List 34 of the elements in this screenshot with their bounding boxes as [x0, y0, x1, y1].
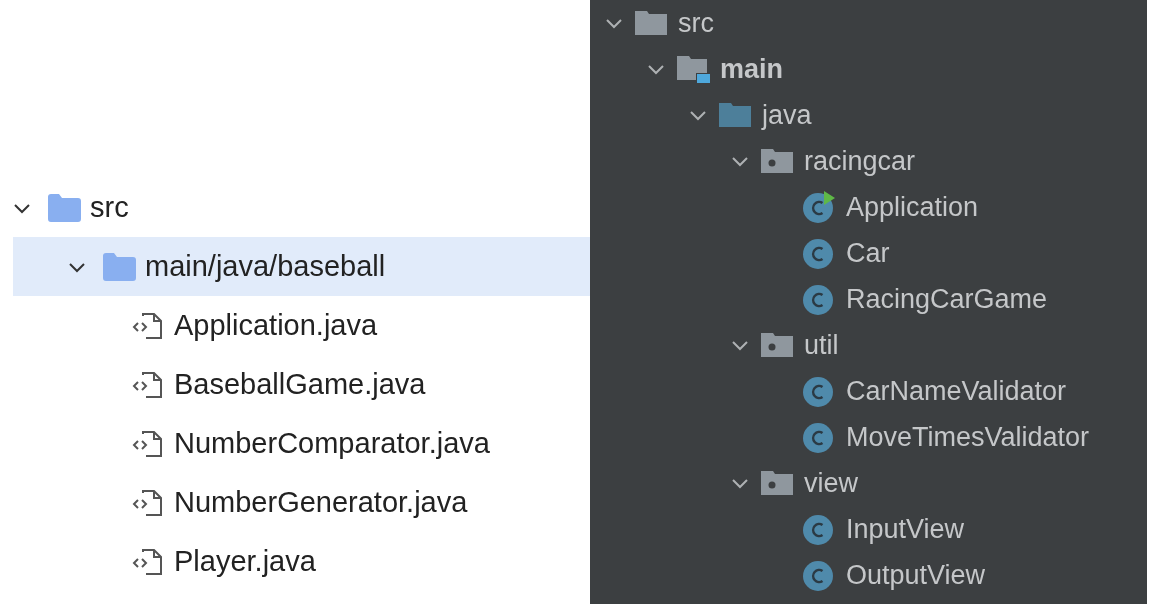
tree-item[interactable]: NumberComparator.java	[0, 414, 590, 473]
tree-item[interactable]: src	[678, 7, 714, 39]
tree-item[interactable]: OutputView	[846, 559, 986, 591]
tree-item-label: src	[90, 191, 129, 224]
package-folder-icon	[760, 332, 794, 358]
tree-item[interactable]: InputView	[846, 513, 965, 545]
folder-icon	[718, 102, 752, 128]
tree-item[interactable]: Application	[846, 191, 979, 223]
tree-item-label: Player.java	[174, 545, 316, 578]
tree-item-label: NumberComparator.java	[174, 427, 490, 460]
tree-item[interactable]: src	[0, 178, 590, 237]
tree-item[interactable]: Application.java	[0, 296, 590, 355]
tree-item[interactable]: main	[720, 53, 784, 85]
tree-item[interactable]: MoveTimesValidator	[846, 421, 1090, 453]
tree-item[interactable]: CarNameValidator	[846, 375, 1067, 407]
tree-item[interactable]: Player.java	[0, 532, 590, 591]
tree-item[interactable]: RacingCarGame	[846, 283, 1048, 315]
package-folder-icon	[760, 470, 794, 496]
tree-item[interactable]: BaseballGame.java	[0, 355, 590, 414]
package-folder-icon	[760, 148, 794, 174]
tree-item-label: BaseballGame.java	[174, 368, 426, 401]
tree-item[interactable]: NumberGenerator.java	[0, 473, 590, 532]
tree-item[interactable]: util	[804, 329, 839, 361]
tree-item[interactable]: view	[804, 467, 858, 499]
tree-item-label: NumberGenerator.java	[174, 486, 468, 519]
tree-item-label: Application.java	[174, 309, 378, 342]
tree-item[interactable]: java	[762, 99, 812, 131]
folder-icon	[101, 251, 137, 282]
tree-item-label: main/java/baseball	[145, 250, 386, 283]
folder-icon	[46, 192, 82, 223]
tree-item[interactable]: Car	[846, 237, 890, 269]
tree-item[interactable]: main/java/baseball	[13, 237, 590, 296]
folder-icon	[634, 10, 668, 36]
tree-item[interactable]: racingcar	[804, 145, 916, 177]
